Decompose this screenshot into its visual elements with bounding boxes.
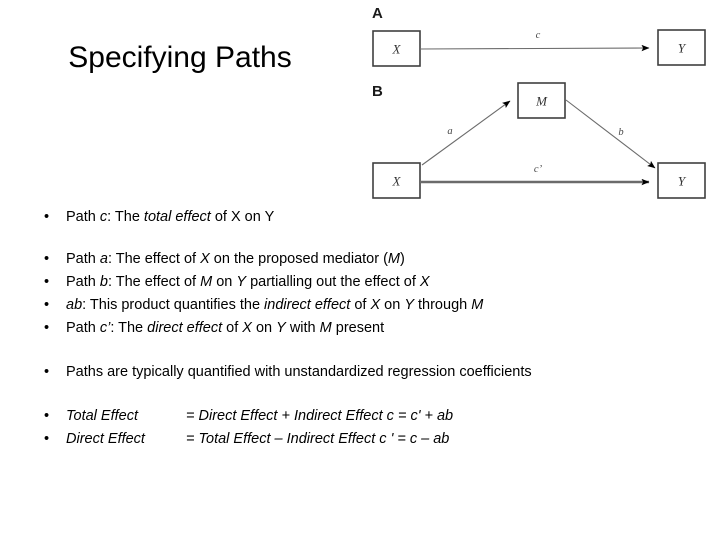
equation-expression: = Total Effect – Indirect Effect c ' = c… — [186, 431, 450, 447]
list-item-text: Path b: The effect of M on Y partialling… — [66, 274, 430, 290]
panel-b-edge-b-label: b — [618, 127, 623, 138]
list-item-text: Path c’: The direct effect of X on Y wit… — [66, 320, 385, 336]
bullet-marker: • — [44, 408, 50, 424]
panel-a-node-x-label: X — [392, 42, 402, 57]
panel-b-edge-c-prime-label: c’ — [534, 164, 543, 175]
list-item: • Path a: The effect of X on the propose… — [0, 248, 720, 271]
bullet-marker: • — [44, 209, 50, 225]
bullet-marker: • — [44, 431, 50, 447]
mediation-diagram-svg: A X Y c B M X Y a b c’ — [372, 5, 706, 199]
list-item-text: ab: This product quantifies the indirect… — [66, 297, 484, 313]
panel-b-edge-a — [421, 100, 511, 166]
list-item: • Path b: The effect of M on Y partialli… — [0, 271, 720, 294]
bullet-marker: • — [44, 251, 50, 267]
mediation-diagram: A X Y c B M X Y a b c’ — [360, 0, 720, 210]
bullet-group-total-effect: • Path c: The total effect of X on Y — [0, 206, 720, 229]
equation-label: Direct Effect — [66, 431, 145, 447]
equation-label: Total Effect — [66, 408, 139, 424]
list-item-text: Path c: The total effect of X on Y — [66, 209, 275, 225]
list-item-text: Path a: The effect of X on the proposed … — [66, 251, 405, 267]
bullet-marker: • — [44, 320, 50, 336]
panel-a-label: A — [372, 5, 383, 22]
equation-row: • Direct Effect = Total Effect – Indirect… — [0, 428, 720, 451]
bullet-group-paths: • Path a: The effect of X on the propose… — [0, 248, 720, 340]
list-item: • ab: This product quantifies the indire… — [0, 294, 720, 317]
page-title: Specifying Paths — [68, 41, 292, 74]
bullet-marker: • — [44, 364, 50, 380]
equation-row: • Total Effect = Direct Effect + Indirect… — [0, 405, 720, 428]
bullet-marker: • — [44, 274, 50, 290]
list-item: • Path c’: The direct effect of X on Y w… — [0, 317, 720, 340]
panel-b-node-x-label: X — [392, 174, 402, 189]
equation-expression: = Direct Effect + Indirect Effect c = c'… — [186, 408, 454, 424]
panel-a-edge-c — [419, 44, 650, 52]
list-item: • Path c: The total effect of X on Y — [0, 206, 720, 229]
panel-b-node-m-label: M — [535, 94, 548, 109]
slide-body: • Path c: The total effect of X on Y • P… — [0, 206, 720, 451]
bullet-group-quantification: • Paths are typically quantified with un… — [0, 361, 720, 384]
panel-a-edge-c-label: c — [536, 30, 541, 41]
panel-b-edge-a-label: a — [447, 126, 452, 137]
list-item-text: Paths are typically quantified with unst… — [66, 364, 532, 380]
panel-b-edge-b — [565, 99, 656, 169]
list-item: • Paths are typically quantified with un… — [0, 361, 720, 384]
panel-b-label: B — [372, 83, 383, 100]
bullet-marker: • — [44, 297, 50, 313]
bullet-group-equations: • Total Effect = Direct Effect + Indirect… — [0, 405, 720, 451]
